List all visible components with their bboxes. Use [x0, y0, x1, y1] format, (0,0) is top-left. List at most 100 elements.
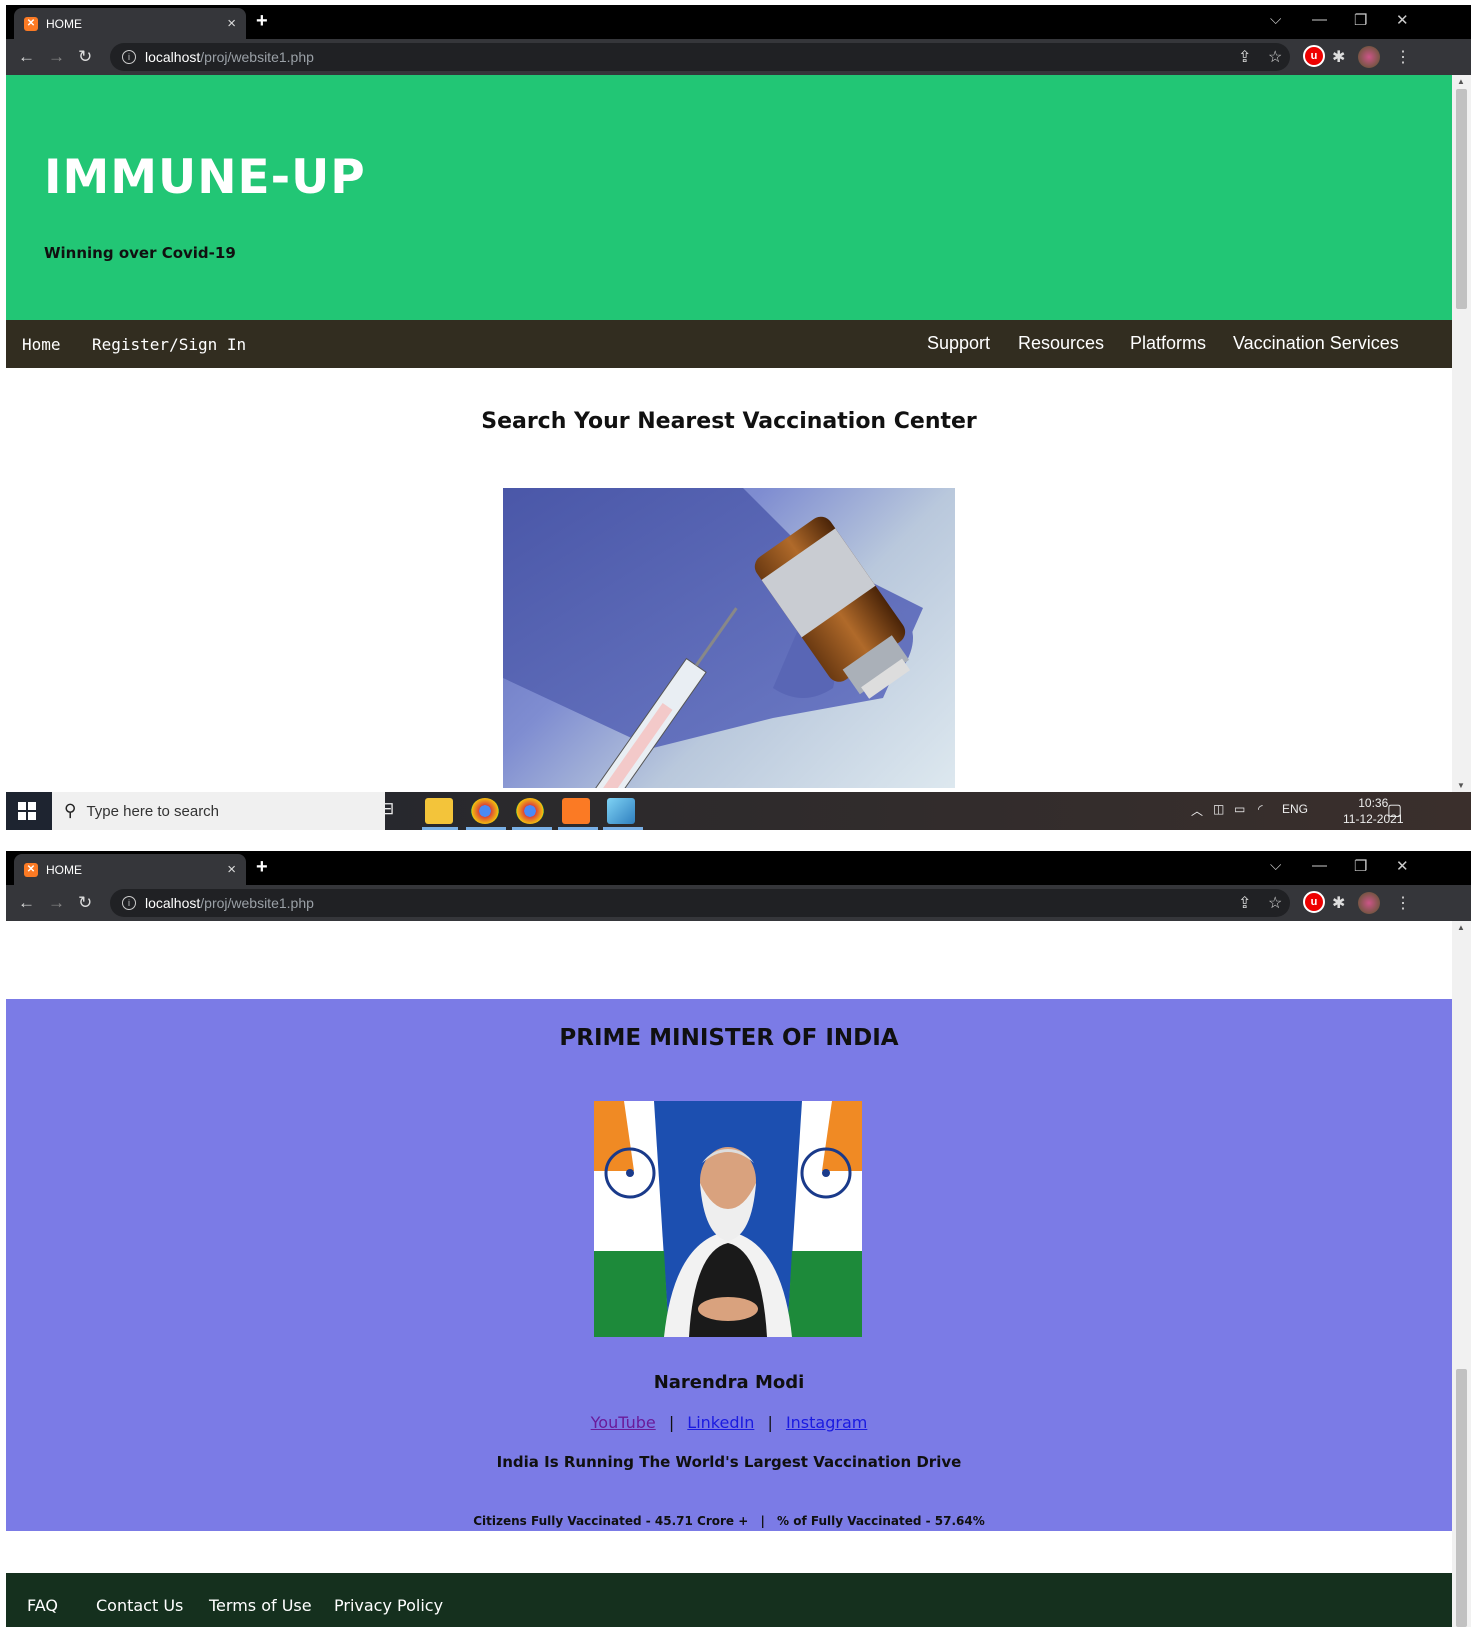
restore-icon[interactable]: ❐	[1354, 857, 1367, 875]
url-bar[interactable]: i localhost/proj/website1.php	[110, 889, 1290, 917]
stat-citizens-vaccinated: Citizens Fully Vaccinated - 45.71 Crore …	[473, 1514, 749, 1528]
browser-window-bottom: ✕ HOME × + ⌵ — ❐ ✕ ← → ↻ i localhost/pro…	[6, 851, 1471, 1627]
xampp-icon[interactable]	[562, 798, 590, 824]
share-icon[interactable]: ⇪	[1238, 893, 1251, 913]
new-tab-button[interactable]: +	[256, 856, 268, 879]
window-close-icon[interactable]: ✕	[1396, 11, 1409, 29]
extensions-puzzle-icon[interactable]: ✱	[1332, 47, 1345, 67]
tab-strip: ✕ HOME × + ⌵ — ❐ ✕	[6, 5, 1471, 39]
xampp-favicon-icon: ✕	[24, 862, 38, 877]
back-arrow-icon[interactable]: ←	[18, 893, 35, 913]
share-icon[interactable]: ⇪	[1238, 47, 1251, 67]
taskbar-active-indicator	[558, 827, 598, 830]
taskbar-active-indicator	[466, 827, 506, 830]
pm-name: Narendra Modi	[653, 1372, 805, 1393]
scroll-up-arrow-icon[interactable]: ▲	[1457, 923, 1465, 932]
youtube-link[interactable]: YouTube	[591, 1413, 656, 1432]
tab-search-chevron-icon[interactable]: ⌵	[1270, 857, 1281, 874]
nav-vaccination-services[interactable]: Vaccination Services	[1233, 333, 1399, 354]
snipping-tool-icon[interactable]	[607, 798, 635, 824]
prime-minister-section: PRIME MINISTER OF INDIA Narendra Modi Yo…	[6, 999, 1452, 1531]
minimize-icon[interactable]: —	[1312, 11, 1327, 28]
nav-home[interactable]: Home	[22, 335, 61, 354]
minimize-icon[interactable]: —	[1312, 857, 1327, 874]
vaccine-vial-image	[503, 488, 955, 788]
site-info-icon[interactable]: i	[122, 50, 136, 64]
meet-now-icon[interactable]: ◫	[1213, 802, 1224, 816]
url-bar[interactable]: i localhost/proj/website1.php	[110, 43, 1290, 71]
nav-register-signin[interactable]: Register/Sign In	[92, 335, 246, 354]
site-title: IMMUNE-UP	[44, 150, 366, 205]
url-path: /proj/website1.php	[200, 49, 314, 65]
site-info-icon[interactable]: i	[122, 896, 136, 910]
tab-close-icon[interactable]: ×	[227, 861, 236, 878]
url-path: /proj/website1.php	[200, 895, 314, 911]
browser-window-top: ✕ HOME × + ⌵ — ❐ ✕ ← → ↻ i localhost/pro…	[6, 5, 1471, 830]
scroll-up-arrow-icon[interactable]: ▲	[1457, 77, 1465, 86]
linkedin-link[interactable]: LinkedIn	[687, 1413, 754, 1432]
nav-resources[interactable]: Resources	[1018, 333, 1104, 354]
taskbar-search-input[interactable]: ⚲ Type here to search	[52, 792, 385, 830]
bookmark-star-icon[interactable]: ☆	[1268, 893, 1282, 913]
tab-close-icon[interactable]: ×	[227, 15, 236, 32]
taskbar-active-indicator	[422, 827, 458, 830]
nav-platforms[interactable]: Platforms	[1130, 333, 1206, 354]
profile-avatar-icon[interactable]	[1358, 892, 1380, 914]
site-tagline: Winning over Covid-19	[44, 244, 236, 262]
chrome-icon[interactable]	[471, 798, 499, 824]
menu-kebab-icon[interactable]: ⋮	[1395, 893, 1411, 913]
tab-title: HOME	[46, 862, 82, 877]
nav-support[interactable]: Support	[927, 333, 990, 354]
file-explorer-icon[interactable]	[425, 798, 453, 824]
browser-tab[interactable]: ✕ HOME ×	[14, 854, 246, 885]
ublock-extension-icon[interactable]: u	[1303, 891, 1325, 913]
reload-icon[interactable]: ↻	[78, 47, 92, 67]
stat-percent-vaccinated: % of Fully Vaccinated - 57.64%	[777, 1514, 985, 1528]
reload-icon[interactable]: ↻	[78, 893, 92, 913]
link-separator: |	[767, 1413, 773, 1432]
scroll-thumb[interactable]	[1456, 89, 1467, 309]
windows-start-icon[interactable]	[18, 802, 36, 820]
url-host: localhost	[145, 49, 201, 65]
windows-taskbar: ⚲ Type here to search ⊟ ︿ ◫ ▭ ◜ ENG 10:3…	[6, 792, 1471, 830]
footer-privacy-policy[interactable]: Privacy Policy	[334, 1596, 443, 1615]
chrome-profile-icon[interactable]	[516, 798, 544, 824]
footer-terms-of-use[interactable]: Terms of Use	[209, 1596, 312, 1615]
extensions-puzzle-icon[interactable]: ✱	[1332, 893, 1345, 913]
instagram-link[interactable]: Instagram	[786, 1413, 867, 1432]
page-scrollbar[interactable]: ▲	[1452, 921, 1471, 1627]
language-indicator[interactable]: ENG	[1282, 802, 1308, 816]
vaccination-stats: Citizens Fully Vaccinated - 45.71 Crore …	[6, 1514, 1452, 1528]
stat-separator: |	[760, 1514, 765, 1528]
scroll-down-arrow-icon[interactable]: ▼	[1457, 781, 1465, 790]
wifi-icon[interactable]: ◜	[1258, 802, 1263, 816]
bookmark-star-icon[interactable]: ☆	[1268, 47, 1282, 67]
footer-faq[interactable]: FAQ	[27, 1596, 58, 1615]
battery-icon[interactable]: ▭	[1234, 802, 1245, 816]
tab-title: HOME	[46, 16, 82, 31]
tab-search-chevron-icon[interactable]: ⌵	[1270, 11, 1281, 28]
task-view-icon[interactable]: ⊟	[380, 799, 394, 819]
forward-arrow-icon[interactable]: →	[48, 893, 65, 913]
xampp-favicon-icon: ✕	[24, 16, 38, 31]
new-tab-button[interactable]: +	[256, 10, 268, 33]
search-icon: ⚲	[64, 801, 77, 820]
footer-contact-us[interactable]: Contact Us	[96, 1596, 183, 1615]
address-toolbar: ← → ↻ i localhost/proj/website1.php ⇪ ☆ …	[6, 39, 1471, 75]
window-close-icon[interactable]: ✕	[1396, 857, 1409, 875]
restore-icon[interactable]: ❐	[1354, 11, 1367, 29]
browser-tab[interactable]: ✕ HOME ×	[14, 8, 246, 39]
web-page-top: IMMUNE-UP Winning over Covid-19 Home Reg…	[6, 75, 1452, 792]
tray-chevron-icon[interactable]: ︿	[1191, 802, 1203, 819]
back-arrow-icon[interactable]: ←	[18, 47, 35, 67]
profile-avatar-icon[interactable]	[1358, 46, 1380, 68]
pm-section-title: PRIME MINISTER OF INDIA	[559, 1025, 899, 1051]
forward-arrow-icon[interactable]: →	[48, 47, 65, 67]
pm-portrait-image	[594, 1101, 862, 1337]
notification-center-icon[interactable]: ▢	[1387, 800, 1402, 820]
ublock-extension-icon[interactable]: u	[1303, 45, 1325, 67]
menu-kebab-icon[interactable]: ⋮	[1395, 47, 1411, 67]
scroll-thumb[interactable]	[1456, 1369, 1467, 1627]
address-toolbar: ← → ↻ i localhost/proj/website1.php ⇪ ☆ …	[6, 885, 1471, 921]
page-scrollbar[interactable]: ▲ ▼	[1452, 75, 1471, 792]
